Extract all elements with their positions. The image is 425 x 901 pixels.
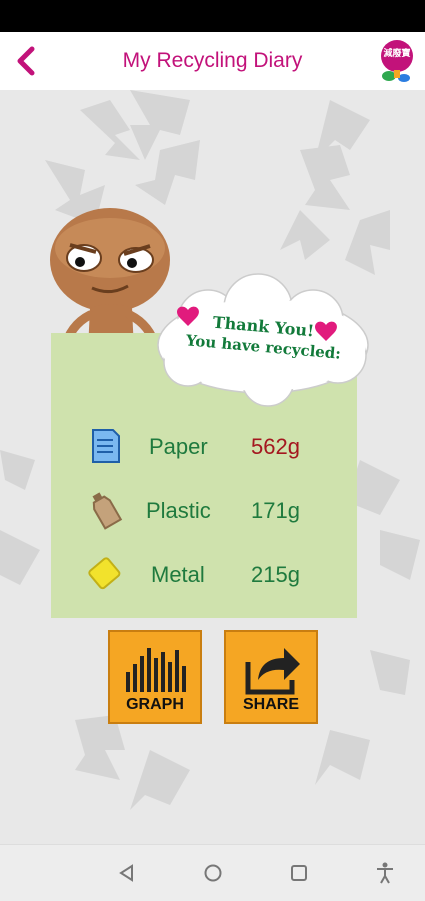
item-value: 562g [251,434,300,459]
graph-button[interactable]: GRAPH [108,630,202,724]
back-button[interactable] [6,38,46,84]
item-label: Plastic [146,498,211,523]
app-bar: My Recycling Diary 減廢寶 [0,32,425,91]
list-item-plastic: Plastic 171g [51,485,357,535]
item-label: Metal [151,562,205,587]
list-item-paper: Paper 562g [51,421,357,471]
can-icon [88,557,121,590]
item-value: 171g [251,498,300,523]
item-label: Paper [149,434,208,459]
status-bar [0,0,425,32]
bar-graph-icon [126,648,186,692]
nav-back-button[interactable] [113,859,141,887]
square-recents-icon [291,865,307,881]
system-nav-bar [0,844,425,901]
share-button[interactable]: SHARE [224,630,318,724]
chevron-left-icon [17,46,35,76]
circle-home-icon [204,864,222,882]
nav-home-button[interactable] [199,859,227,887]
page-title: My Recycling Diary [122,49,303,72]
share-button-label: SHARE [242,696,299,713]
paper-icon [92,429,120,463]
app-logo: 減廢寶 [374,36,420,86]
accessibility-icon [377,862,393,884]
nav-recents-button[interactable] [285,859,313,887]
logo-text: 減廢寶 [383,47,410,59]
item-value: 215g [251,562,300,587]
list-item-metal: Metal 215g [51,549,357,599]
bottle-icon [92,492,123,530]
thank-you-bubble: Thank You! You have recycled: [157,273,369,407]
accessibility-button[interactable] [371,859,399,887]
triangle-back-icon [119,864,133,882]
share-icon [245,648,300,695]
graph-button-label: GRAPH [126,696,184,713]
